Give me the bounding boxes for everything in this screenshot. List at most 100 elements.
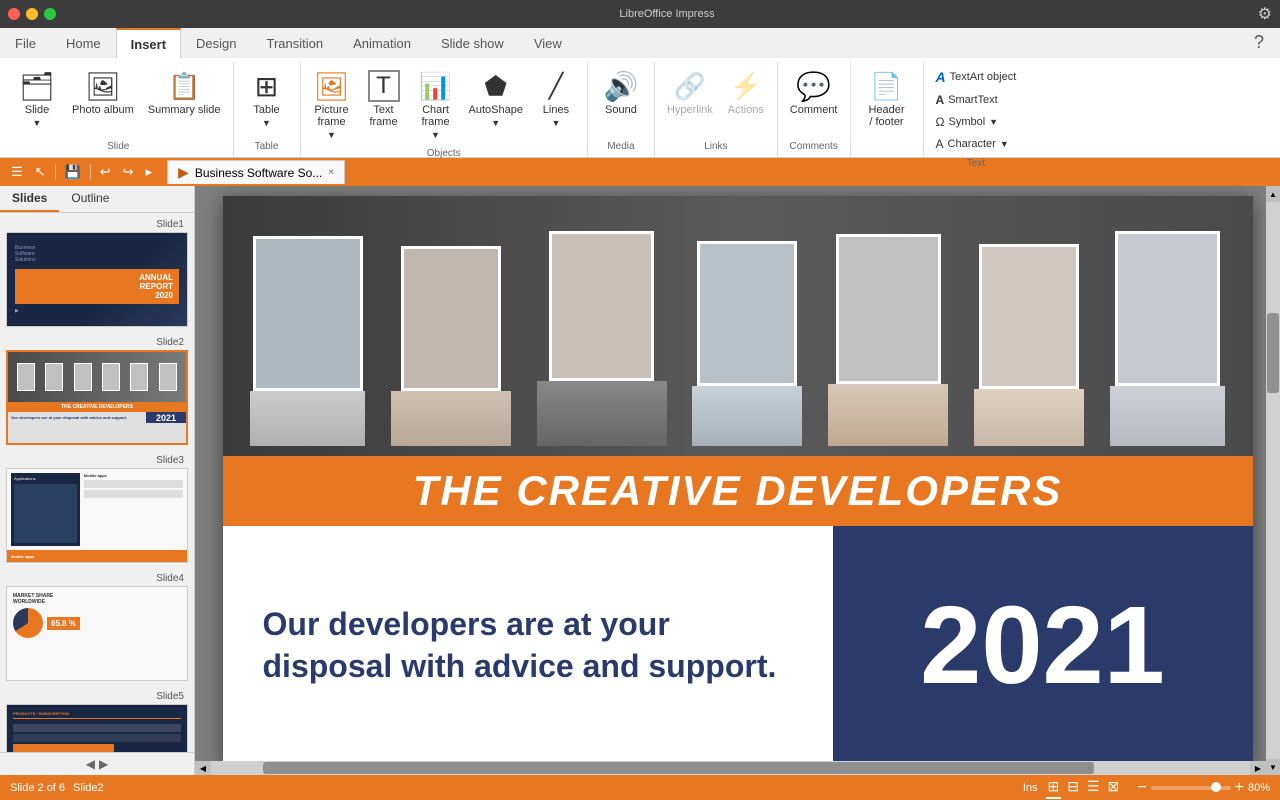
canvas-h-scrollbar[interactable]: ◀ ▶	[195, 761, 1266, 775]
normal-view-btn[interactable]: ⊞	[1046, 776, 1062, 799]
chart-frame-button[interactable]: 📊 Chartframe ▼	[411, 66, 461, 144]
summary-slide-button[interactable]: 📋 Summary slide	[142, 66, 227, 120]
tab-animation[interactable]: Animation	[338, 28, 426, 58]
chart-frame-label: Chartframe	[421, 104, 449, 128]
ribbon-group-comments-items: 💬 Comment	[784, 62, 844, 141]
picture-frame-dropdown[interactable]: ▼	[327, 130, 336, 140]
ribbon: 🗂 Slide ▼ 🖼 Photo album 📋 Summary slide …	[0, 58, 1280, 158]
tab-file[interactable]: File	[0, 28, 51, 58]
tab-insert[interactable]: Insert	[116, 28, 181, 58]
qat-save-button[interactable]: 💾	[60, 162, 86, 182]
status-bar-right: Ins ⊞ ⊟ ☰ ⊠ − + 80%	[1023, 776, 1270, 799]
zoom-in-btn[interactable]: +	[1235, 779, 1244, 797]
slides-scroll-left[interactable]: ◀	[86, 757, 95, 771]
h-scrollbar-right-btn[interactable]: ▶	[1250, 761, 1266, 775]
scrollbar-up-btn[interactable]: ▲	[1266, 186, 1280, 202]
view-buttons: ⊞ ⊟ ☰ ⊠	[1046, 776, 1122, 799]
ribbon-group-header: 📄 Header/ footer	[851, 62, 924, 157]
tab-slides[interactable]: Slides	[0, 186, 59, 212]
smarttext-button[interactable]: A SmartText	[930, 90, 1004, 110]
lines-dropdown[interactable]: ▼	[551, 118, 560, 128]
table-dropdown[interactable]: ▼	[262, 118, 271, 128]
header-footer-button[interactable]: 📄 Header/ footer	[857, 66, 917, 132]
tab-outline[interactable]: Outline	[59, 186, 121, 212]
symbol-button[interactable]: Ω Symbol ▼	[930, 112, 1005, 132]
person-2	[391, 226, 511, 446]
slides-list: Slide1 BusinessSoftwareSolutions ANNUALR…	[0, 213, 194, 752]
help-button[interactable]: ?	[1254, 32, 1264, 53]
autoshape-dropdown[interactable]: ▼	[491, 118, 500, 128]
tab-view[interactable]: View	[519, 28, 577, 58]
slide-1-content: BusinessSoftwareSolutions ANNUALREPORT20…	[7, 233, 187, 326]
chart-frame-dropdown[interactable]: ▼	[431, 130, 440, 140]
autoshape-button[interactable]: ⬟ AutoShape ▼	[463, 66, 529, 132]
picture-frame-button[interactable]: 🖼 Pictureframe ▼	[307, 66, 357, 144]
lines-button[interactable]: ╱ Lines ▼	[531, 66, 581, 132]
slide-dropdown[interactable]: ▼	[33, 118, 42, 128]
slide-item-1[interactable]: Slide1 BusinessSoftwareSolutions ANNUALR…	[6, 219, 188, 327]
close-button[interactable]	[8, 8, 20, 20]
slides-scroll-right[interactable]: ▶	[99, 757, 108, 771]
maximize-button[interactable]	[44, 8, 56, 20]
slide-icon: 🗂	[21, 70, 53, 102]
qat-more-button[interactable]: ▸	[141, 162, 158, 182]
table-button[interactable]: ⊞ Table ▼	[240, 66, 294, 132]
slide-group-label: Slide	[107, 141, 129, 155]
slide-item-5[interactable]: Slide5 PRODUCTS / SUBSCRIPTION	[6, 691, 188, 752]
photo-frame-4	[697, 241, 797, 386]
comment-button[interactable]: 💬 Comment	[784, 66, 844, 120]
h-scrollbar-thumb[interactable]	[263, 762, 1094, 774]
grid-view-btn[interactable]: ⊟	[1065, 776, 1081, 799]
character-button[interactable]: A Character ▼	[930, 134, 1015, 154]
s2-photo-1	[17, 363, 35, 391]
character-dropdown[interactable]: ▼	[1000, 139, 1009, 149]
tab-home[interactable]: Home	[51, 28, 116, 58]
h-scrollbar-track	[211, 761, 1250, 775]
tab-slideshow[interactable]: Slide show	[426, 28, 519, 58]
s2-photo-6	[159, 363, 177, 391]
qat-cursor-button[interactable]: ↖	[30, 162, 51, 182]
qat-menu-button[interactable]: ☰	[6, 162, 28, 182]
photo-frame-3	[549, 231, 654, 381]
slide-item-2[interactable]: Slide2 THE CREATIVE DEVELOPERS	[6, 337, 188, 445]
body-6	[974, 389, 1084, 446]
canvas-scrollbar[interactable]: ▲ ▼	[1266, 186, 1280, 775]
preview-view-btn[interactable]: ⊠	[1106, 776, 1122, 799]
summary-slide-label: Summary slide	[148, 104, 221, 116]
body-1	[250, 391, 365, 446]
text-frame-icon: T	[368, 70, 400, 102]
slide-item-3[interactable]: Slide3 Applications Mobile apps	[6, 455, 188, 563]
doc-tab-close[interactable]: ×	[328, 167, 334, 178]
symbol-dropdown[interactable]: ▼	[989, 117, 998, 127]
photo-frame-2	[401, 246, 501, 391]
s2-photo-5	[130, 363, 148, 391]
zoom-slider-thumb[interactable]	[1211, 782, 1221, 792]
sound-button[interactable]: 🔊 Sound	[594, 66, 648, 120]
slide-orange-banner: THE CREATIVE DEVELOPERS	[223, 456, 1253, 526]
ribbon-group-table: ⊞ Table ▼ Table	[234, 62, 301, 157]
settings-icon[interactable]: ⚙	[1258, 4, 1272, 24]
ribbon-tab-bar: File Home Insert Design Transition Anima…	[0, 28, 1280, 58]
tab-design[interactable]: Design	[181, 28, 251, 58]
document-tab[interactable]: ▶ Business Software So... ×	[167, 160, 345, 184]
photo-album-button[interactable]: 🖼 Photo album	[66, 66, 140, 120]
slide-button[interactable]: 🗂 Slide ▼	[10, 66, 64, 132]
text-frame-button[interactable]: T Textframe	[359, 66, 409, 132]
slide-banner-text: THE CREATIVE DEVELOPERS	[413, 467, 1063, 515]
scrollbar-thumb[interactable]	[1267, 313, 1279, 393]
textart-button[interactable]: A TextArt object	[930, 66, 1023, 88]
lines-icon: ╱	[540, 70, 572, 102]
minimize-button[interactable]	[26, 8, 38, 20]
zoom-slider[interactable]	[1151, 786, 1231, 790]
tab-transition[interactable]: Transition	[252, 28, 339, 58]
qat-undo-button[interactable]: ↩	[95, 162, 116, 182]
zoom-out-btn[interactable]: −	[1137, 779, 1146, 797]
scrollbar-down-btn[interactable]: ▼	[1266, 759, 1280, 775]
outline-view-btn[interactable]: ☰	[1085, 776, 1102, 799]
slide-item-4[interactable]: Slide4 MARKET SHAREWORLDWIDE 65.8 %	[6, 573, 188, 681]
slide-canvas[interactable]: THE CREATIVE DEVELOPERS Our developers a…	[223, 196, 1253, 766]
s3-footer-text: Mobile apps	[11, 554, 34, 559]
ribbon-group-text: A TextArt object A SmartText Ω Symbol ▼ …	[924, 62, 1029, 157]
qat-redo-button[interactable]: ↪	[118, 162, 139, 182]
h-scrollbar-left-btn[interactable]: ◀	[195, 761, 211, 775]
